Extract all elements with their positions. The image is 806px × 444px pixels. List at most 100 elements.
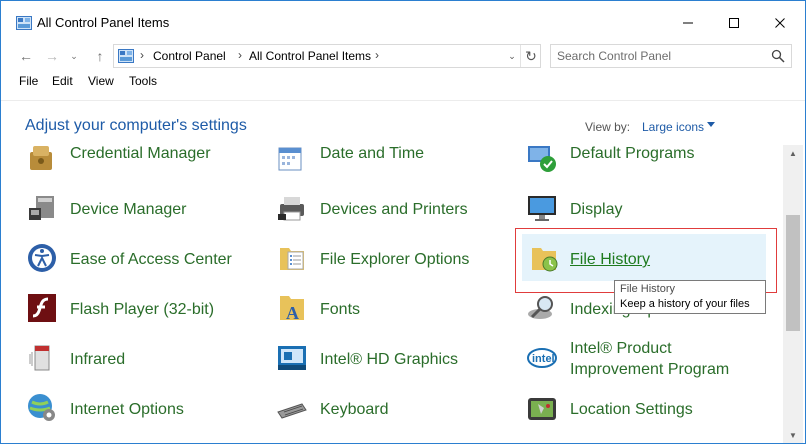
control-panel-window: All Control Panel Items ← → ⌄ ↑ › Contro… — [0, 0, 806, 444]
credential-manager-icon — [30, 146, 52, 170]
default-programs-icon — [528, 146, 556, 172]
item-label: Credential Manager — [70, 145, 211, 162]
refresh-button[interactable]: ↻ — [520, 45, 541, 67]
display-icon — [528, 196, 556, 221]
chevron-down-icon: ⌄ — [70, 50, 78, 61]
chevron-down-icon: ⌄ — [508, 50, 516, 61]
item-internet-options[interactable]: Internet Options — [26, 388, 256, 432]
breadcrumb-separator-icon[interactable]: › — [238, 48, 242, 62]
item-default-programs[interactable]: Default Programs — [526, 145, 766, 182]
breadcrumb-separator-icon[interactable]: › — [140, 48, 144, 62]
item-credential-manager[interactable]: Credential Manager — [26, 145, 256, 182]
item-intel-product-improvement[interactable]: intel Intel® Product Improvement Program — [526, 338, 766, 382]
back-button[interactable]: ← — [15, 45, 37, 67]
close-icon — [775, 18, 785, 28]
ease-of-access-icon — [28, 244, 56, 272]
recent-locations-button[interactable]: ⌄ — [67, 45, 81, 67]
item-label: Fonts — [320, 301, 361, 318]
item-display[interactable]: Display — [526, 188, 766, 232]
menu-tools[interactable]: Tools — [127, 74, 159, 88]
item-ease-of-access-center[interactable]: Ease of Access Center — [26, 238, 256, 282]
svg-text:intel: intel — [532, 353, 555, 365]
breadcrumb-all-items[interactable]: All Control Panel Items — [249, 49, 371, 63]
minimize-button[interactable] — [665, 1, 711, 45]
scroll-thumb[interactable] — [786, 215, 800, 331]
item-intel-hd-graphics[interactable]: Intel® HD Graphics — [276, 338, 506, 382]
item-label: Location Settings — [570, 401, 693, 418]
search-input[interactable] — [557, 48, 757, 64]
maximize-icon — [729, 18, 739, 28]
back-arrow-icon: ← — [19, 48, 33, 64]
page-title: Adjust your computer's settings — [25, 117, 247, 134]
up-button[interactable]: ↑ — [89, 45, 111, 67]
item-label: Internet Options — [70, 401, 184, 418]
chevron-down-icon[interactable] — [707, 122, 715, 127]
intel-logo-icon: intel — [527, 348, 557, 368]
control-panel-icon — [118, 49, 134, 63]
address-dropdown-button[interactable]: ⌄ — [505, 47, 519, 65]
forward-arrow-icon: → — [45, 48, 59, 64]
item-label: Infrared — [70, 351, 126, 368]
printer-icon — [278, 197, 304, 221]
title-bar: All Control Panel Items — [1, 1, 805, 45]
svg-text:A: A — [286, 303, 299, 323]
item-keyboard[interactable]: Keyboard — [276, 388, 506, 432]
item-label: Intel® Product — [570, 340, 672, 357]
minimize-icon — [683, 22, 693, 24]
tooltip-description: Keep a history of your files — [620, 298, 750, 310]
item-file-explorer-options[interactable]: File Explorer Options — [276, 238, 506, 282]
internet-options-icon — [28, 394, 55, 421]
item-label: Ease of Access Center — [70, 251, 232, 268]
item-label: Default Programs — [570, 145, 695, 162]
search-box[interactable] — [550, 44, 792, 68]
tooltip: File History Keep a history of your file… — [614, 280, 766, 314]
menu-edit[interactable]: Edit — [50, 74, 75, 88]
item-device-manager[interactable]: Device Manager — [26, 188, 256, 232]
divider — [1, 100, 805, 101]
chevron-up-icon: ▲ — [789, 148, 797, 158]
menu-file[interactable]: File — [17, 74, 40, 88]
item-label: Device Manager — [70, 201, 187, 218]
item-label: Display — [570, 201, 623, 218]
flash-player-icon — [28, 294, 56, 322]
close-button[interactable] — [757, 1, 803, 45]
breadcrumb-control-panel[interactable]: Control Panel — [153, 49, 226, 63]
refresh-icon: ↻ — [525, 47, 537, 64]
location-settings-icon — [528, 398, 556, 420]
vertical-scrollbar[interactable]: ▲ ▼ — [783, 145, 803, 443]
item-label: Intel® HD Graphics — [320, 351, 459, 368]
device-manager-icon — [29, 196, 54, 220]
item-date-and-time[interactable]: Date and Time — [276, 145, 506, 182]
item-label: Flash Player (32-bit) — [70, 301, 215, 318]
item-flash-player[interactable]: Flash Player (32-bit) — [26, 288, 256, 332]
breadcrumb-separator-icon[interactable]: › — [375, 48, 379, 62]
item-devices-and-printers[interactable]: Devices and Printers — [276, 188, 506, 232]
fonts-icon: A — [280, 296, 304, 323]
item-fonts[interactable]: A Fonts — [276, 288, 506, 332]
menu-view[interactable]: View — [86, 74, 116, 88]
item-location-settings[interactable]: Location Settings — [526, 388, 766, 432]
item-label-line2: Improvement Program — [570, 361, 730, 378]
scroll-down-button[interactable]: ▼ — [783, 427, 803, 443]
date-time-icon — [278, 147, 302, 171]
intel-graphics-icon — [278, 346, 306, 370]
indexing-options-icon — [528, 296, 553, 319]
folder-options-icon — [280, 248, 304, 270]
scroll-up-button[interactable]: ▲ — [783, 145, 803, 161]
item-infrared[interactable]: Infrared — [26, 338, 256, 382]
address-bar[interactable]: › Control Panel › All Control Panel Item… — [113, 44, 541, 68]
search-icon[interactable] — [771, 49, 785, 63]
maximize-button[interactable] — [711, 1, 757, 45]
control-panel-icon — [16, 16, 32, 30]
item-label: Devices and Printers — [320, 201, 468, 218]
forward-button[interactable]: → — [41, 45, 63, 67]
tooltip-title: File History — [620, 283, 676, 295]
item-label: Date and Time — [320, 145, 425, 162]
view-by-label: View by: — [585, 120, 631, 134]
chevron-down-icon: ▼ — [789, 430, 797, 440]
window-title: All Control Panel Items — [37, 15, 170, 30]
view-by-dropdown[interactable]: Large icons — [642, 120, 704, 134]
item-label: Keyboard — [320, 401, 389, 418]
up-arrow-icon: ↑ — [96, 48, 104, 64]
infrared-icon — [29, 345, 50, 371]
